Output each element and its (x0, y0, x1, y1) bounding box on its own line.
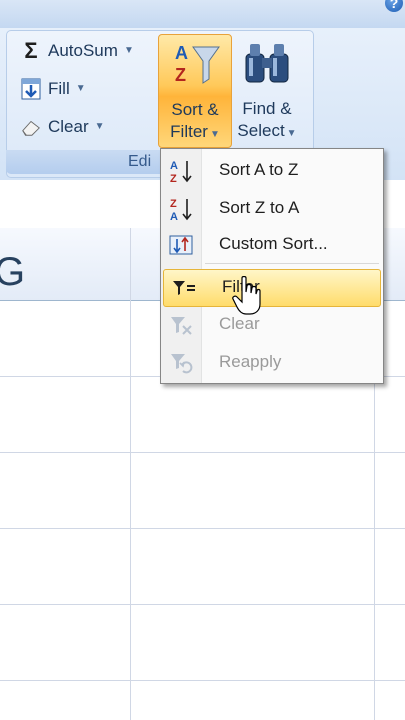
svg-text:Z: Z (170, 198, 177, 210)
autosum-label: AutoSum (48, 41, 118, 60)
chevron-down-icon: ▼ (286, 128, 297, 139)
svg-text:A: A (170, 211, 178, 222)
fill-label: Fill (48, 79, 70, 98)
fill-button[interactable]: Fill ▼ (20, 76, 86, 102)
reapply-filter-icon (169, 351, 193, 375)
filter-icon (172, 276, 196, 300)
chevron-down-icon: ▼ (209, 129, 220, 140)
svg-text:Z: Z (170, 173, 177, 184)
row-divider (0, 452, 405, 453)
row-divider (0, 528, 405, 529)
menu-item-label: Sort A to Z (219, 160, 299, 179)
chevron-down-icon: ▼ (123, 45, 134, 56)
menu-item-custom-sort[interactable]: Custom Sort... (161, 227, 383, 263)
clear-button[interactable]: Clear ▼ (20, 114, 105, 140)
find-select-button[interactable]: Find & Select ▼ (232, 34, 302, 146)
sort-filter-label: Sort & Filter ▼ (170, 100, 220, 141)
clear-filter-icon (169, 313, 193, 337)
ribbon-title-bar (0, 0, 405, 29)
row-divider (0, 604, 405, 605)
binoculars-icon (240, 40, 294, 93)
menu-item-reapply[interactable]: Reapply (161, 345, 383, 381)
svg-text:A: A (175, 43, 188, 63)
fill-down-icon (20, 78, 42, 100)
mouse-cursor-icon (232, 275, 262, 321)
menu-item-label: Sort Z to A (219, 198, 300, 217)
chevron-down-icon: ▼ (75, 83, 86, 94)
menu-item-filter[interactable]: Filter (163, 269, 381, 307)
sort-filter-button[interactable]: A Z Sort & Filter ▼ (158, 34, 232, 148)
menu-item-label: Custom Sort... (219, 234, 328, 253)
sort-filter-icon: A Z (169, 39, 221, 94)
group-label: Edi (128, 153, 152, 170)
sigma-icon: Σ (24, 38, 38, 63)
sort-z-a-icon: ZA (169, 197, 193, 222)
eraser-icon (20, 116, 42, 138)
column-header-g[interactable]: G (0, 250, 25, 295)
menu-item-label: Reapply (219, 352, 282, 371)
menu-item-clear[interactable]: Clear (161, 307, 383, 343)
menu-separator (205, 263, 379, 264)
sort-filter-menu: AZ Sort A to Z ZA Sort Z to A Custom Sor… (160, 148, 384, 384)
custom-sort-icon (169, 233, 193, 257)
menu-item-sort-a-z[interactable]: AZ Sort A to Z (161, 153, 383, 189)
sort-a-z-icon: AZ (169, 159, 193, 184)
find-select-label: Find & Select ▼ (237, 99, 297, 140)
row-divider (0, 680, 405, 681)
column-divider (130, 228, 131, 720)
autosum-button[interactable]: Σ AutoSum ▼ (20, 38, 134, 64)
chevron-down-icon: ▼ (94, 121, 105, 132)
clear-label: Clear (48, 117, 89, 136)
svg-text:A: A (170, 160, 178, 172)
menu-item-sort-z-a[interactable]: ZA Sort Z to A (161, 191, 383, 227)
svg-text:Z: Z (175, 65, 186, 85)
